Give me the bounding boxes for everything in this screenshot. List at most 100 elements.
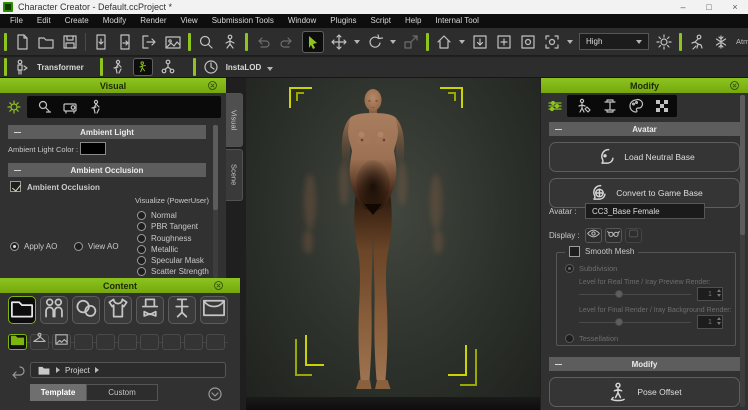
content-subcategory-folder[interactable]	[8, 334, 27, 350]
menu-submission-tools[interactable]: Submission Tools	[205, 14, 281, 28]
scale-tool-icon[interactable]	[402, 33, 420, 51]
vertical-tab-visual[interactable]: Visual	[226, 93, 243, 147]
realtime-level-slider[interactable]	[579, 289, 691, 299]
tessellation-radio[interactable]	[565, 334, 574, 343]
texture-tab-icon[interactable]	[653, 97, 671, 115]
pose-tab-icon[interactable]	[87, 98, 105, 116]
tab-custom[interactable]: Custom	[86, 384, 158, 401]
export-character-icon[interactable]	[140, 33, 158, 51]
tab-template[interactable]: Template	[30, 384, 86, 401]
content-subcategory-hanger[interactable]	[30, 334, 49, 350]
quality-dropdown[interactable]: High	[579, 33, 649, 50]
avatar-section-header[interactable]: Avatar	[549, 122, 740, 136]
projector-tab-icon[interactable]	[61, 98, 79, 116]
calibration-pose-icon[interactable]	[221, 33, 239, 51]
modify-section-header[interactable]: Modify	[549, 357, 740, 371]
content-subcategory-empty[interactable]	[184, 334, 203, 350]
transformer-icon[interactable]	[13, 58, 31, 76]
material-tab-icon[interactable]	[627, 97, 645, 115]
close-button[interactable]: ×	[722, 0, 748, 14]
content-subcategory-empty[interactable]	[74, 334, 93, 350]
atmosphere-icon[interactable]	[712, 33, 730, 51]
content-subcategory-empty[interactable]	[96, 334, 115, 350]
menu-create[interactable]: Create	[58, 14, 96, 28]
home-camera-icon[interactable]	[435, 33, 453, 51]
menu-internal-tool[interactable]: Internal Tool	[428, 14, 485, 28]
move-tool-caret-icon[interactable]	[354, 40, 360, 44]
content-category-actor[interactable]	[40, 296, 68, 324]
maximize-button[interactable]: □	[696, 0, 722, 14]
view-ao-radio[interactable]	[74, 242, 83, 251]
instalod-label[interactable]: InstaLOD	[226, 63, 262, 72]
spin-down-icon[interactable]	[717, 322, 721, 325]
edit-pose-icon[interactable]	[109, 58, 127, 76]
load-neutral-base-button[interactable]: Load Neutral Base	[549, 142, 740, 172]
visualize-roughness-radio[interactable]	[137, 234, 146, 243]
move-tool-icon[interactable]	[330, 33, 348, 51]
frame-caret-icon[interactable]	[567, 40, 573, 44]
menu-script[interactable]: Script	[364, 14, 398, 28]
minimize-button[interactable]: –	[670, 0, 696, 14]
zoom-avatar-icon[interactable]	[197, 33, 215, 51]
new-project-icon[interactable]	[13, 33, 31, 51]
transformer-label[interactable]: Transformer	[37, 63, 84, 72]
save-project-icon[interactable]	[61, 33, 79, 51]
content-subcategory-empty[interactable]	[162, 334, 181, 350]
content-category-accessory[interactable]	[136, 296, 164, 324]
undo-icon[interactable]	[254, 33, 272, 51]
display-eye-button[interactable]	[585, 228, 602, 243]
render-image-icon[interactable]	[164, 33, 182, 51]
content-category-prop[interactable]	[168, 296, 196, 324]
smooth-mesh-checkbox[interactable]	[569, 246, 580, 257]
spin-up-icon[interactable]	[717, 317, 721, 320]
content-subcategory-empty[interactable]	[118, 334, 137, 350]
export-file-icon[interactable]	[116, 33, 134, 51]
viewport-3d[interactable]	[246, 78, 540, 410]
menu-window[interactable]: Window	[281, 14, 323, 28]
menu-modify[interactable]: Modify	[96, 14, 134, 28]
vertical-tab-scene[interactable]: Scene	[226, 149, 243, 201]
menu-render[interactable]: Render	[133, 14, 173, 28]
visual-scrollbar[interactable]	[213, 125, 218, 278]
ambient-occlusion-section-header[interactable]: Ambient Occlusion	[8, 163, 206, 177]
content-close-icon[interactable]	[213, 280, 224, 291]
menu-file[interactable]: File	[3, 14, 30, 28]
breadcrumb-root-label[interactable]: Project	[65, 366, 90, 375]
visualize-pbr-tangent-radio[interactable]	[137, 222, 146, 231]
subdivision-radio[interactable]	[565, 264, 574, 273]
instalod-caret-icon[interactable]	[267, 67, 273, 71]
home-camera-caret-icon[interactable]	[459, 40, 465, 44]
import-file-icon[interactable]	[92, 33, 110, 51]
rotate-tool-caret-icon[interactable]	[390, 40, 396, 44]
light-tab-icon[interactable]	[35, 98, 53, 116]
display-extra-button[interactable]	[625, 228, 642, 243]
motion-blur-icon[interactable]	[688, 33, 706, 51]
proportion-tab-icon[interactable]	[601, 97, 619, 115]
camera-view-icon[interactable]	[519, 33, 537, 51]
visualize-metallic-radio[interactable]	[137, 245, 146, 254]
breadcrumb[interactable]: Project	[30, 362, 226, 378]
content-category-project[interactable]	[8, 296, 36, 324]
modify-attributes-tab-icon[interactable]	[546, 97, 564, 115]
center-view-icon[interactable]	[495, 33, 513, 51]
content-subcategory-empty[interactable]	[140, 334, 159, 350]
slider-thumb[interactable]	[615, 290, 623, 298]
menu-plugins[interactable]: Plugins	[323, 14, 363, 28]
pose-offset-button[interactable]: Pose Offset	[549, 377, 740, 407]
avatar-name-field[interactable]: CC3_Base Female	[585, 203, 705, 219]
realtime-level-spinner[interactable]: 1	[697, 287, 723, 301]
visualize-specular-mask-radio[interactable]	[137, 256, 146, 265]
breadcrumb-back-icon[interactable]	[8, 362, 26, 380]
apply-ao-radio[interactable]	[10, 242, 19, 251]
modify-scrollbar[interactable]	[740, 95, 745, 407]
frame-subject-icon[interactable]	[543, 33, 561, 51]
visual-close-icon[interactable]	[207, 80, 218, 91]
ambient-occlusion-checkbox[interactable]	[10, 181, 21, 192]
select-tool-button[interactable]	[302, 31, 324, 53]
display-settings-tab-icon[interactable]	[5, 98, 23, 116]
redo-icon[interactable]	[278, 33, 296, 51]
ambient-light-section-header[interactable]: Ambient Light	[8, 125, 206, 139]
visualize-normal-radio[interactable]	[137, 211, 146, 220]
instalod-icon[interactable]	[202, 58, 220, 76]
menu-help[interactable]: Help	[398, 14, 428, 28]
